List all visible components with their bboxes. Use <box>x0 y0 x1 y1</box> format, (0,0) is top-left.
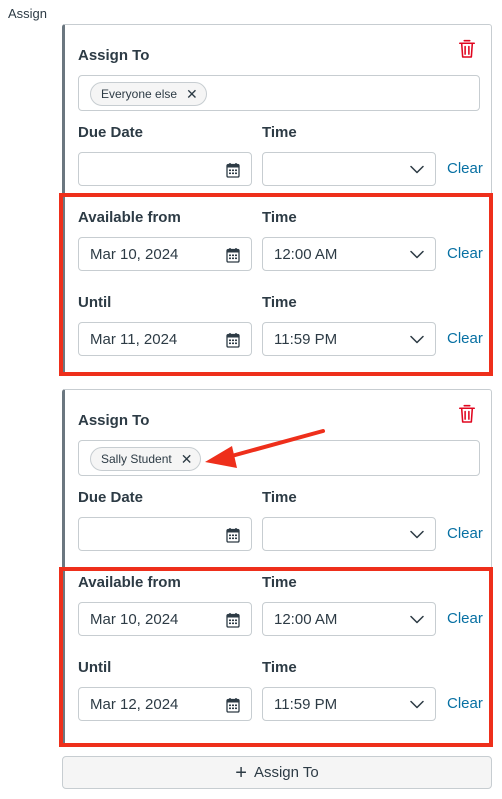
plus-icon: + <box>235 761 247 784</box>
due-date-input[interactable] <box>78 152 252 186</box>
due-time-select[interactable] <box>262 517 436 551</box>
clear-until-button[interactable]: Clear <box>447 695 483 712</box>
calendar-icon[interactable] <box>226 697 240 713</box>
add-assign-to-label: Assign To <box>253 764 319 781</box>
available-from-time-value: 12:00 AM <box>274 246 338 263</box>
assignee-name: Sally Student <box>101 452 172 466</box>
available-from-time-select[interactable]: 12:00 AM <box>262 602 436 636</box>
assign-card-2: Assign To Sally Student ✕ Due Date Time … <box>62 389 492 746</box>
due-date-label: Due Date <box>78 124 144 141</box>
clear-due-button[interactable]: Clear <box>447 525 483 542</box>
assign-to-input[interactable]: Everyone else ✕ <box>78 75 480 111</box>
assign-to-label: Assign To <box>78 412 150 429</box>
due-date-input[interactable] <box>78 517 252 551</box>
assignee-name: Everyone else <box>101 87 178 101</box>
available-from-time-select[interactable]: 12:00 AM <box>262 237 436 271</box>
calendar-icon[interactable] <box>226 612 240 628</box>
chevron-down-icon <box>410 615 424 624</box>
clear-available-from-button[interactable]: Clear <box>447 245 483 262</box>
trash-icon[interactable] <box>458 39 476 59</box>
clear-due-button[interactable]: Clear <box>447 160 483 177</box>
due-time-label: Time <box>262 489 297 506</box>
assign-to-label: Assign To <box>78 47 150 64</box>
chevron-down-icon <box>410 530 424 539</box>
available-from-date-value: Mar 10, 2024 <box>90 246 179 263</box>
chevron-down-icon <box>410 165 424 174</box>
calendar-icon[interactable] <box>226 527 240 543</box>
available-time-label: Time <box>262 209 297 226</box>
until-label: Until <box>78 294 112 311</box>
until-time-value: 11:59 PM <box>274 696 338 713</box>
trash-icon[interactable] <box>458 404 476 424</box>
until-date-input[interactable]: Mar 12, 2024 <box>78 687 252 721</box>
until-time-label: Time <box>262 659 297 676</box>
close-icon[interactable]: ✕ <box>181 452 193 466</box>
calendar-icon[interactable] <box>226 332 240 348</box>
available-from-time-value: 12:00 AM <box>274 611 338 628</box>
assign-to-input[interactable]: Sally Student ✕ <box>78 440 480 476</box>
chevron-down-icon <box>410 700 424 709</box>
until-time-label: Time <box>262 294 297 311</box>
until-time-value: 11:59 PM <box>274 331 338 348</box>
clear-available-from-button[interactable]: Clear <box>447 610 483 627</box>
until-date-value: Mar 12, 2024 <box>90 696 179 713</box>
close-icon[interactable]: ✕ <box>186 87 198 101</box>
available-from-label: Available from <box>78 209 181 226</box>
clear-until-button[interactable]: Clear <box>447 330 483 347</box>
until-time-select[interactable]: 11:59 PM <box>262 322 436 356</box>
until-date-value: Mar 11, 2024 <box>90 331 178 348</box>
assignee-pill[interactable]: Everyone else ✕ <box>90 82 207 106</box>
assign-card-1: Assign To Everyone else ✕ Due Date Time … <box>62 24 492 376</box>
available-from-date-input[interactable]: Mar 10, 2024 <box>78 237 252 271</box>
until-time-select[interactable]: 11:59 PM <box>262 687 436 721</box>
available-from-label: Available from <box>78 574 181 591</box>
page-label: Assign <box>8 6 48 21</box>
until-label: Until <box>78 659 112 676</box>
available-from-date-input[interactable]: Mar 10, 2024 <box>78 602 252 636</box>
available-time-label: Time <box>262 574 297 591</box>
chevron-down-icon <box>410 335 424 344</box>
assignee-pill[interactable]: Sally Student ✕ <box>90 447 202 471</box>
add-assign-to-button[interactable]: + Assign To <box>62 756 492 789</box>
due-date-label: Due Date <box>78 489 144 506</box>
calendar-icon[interactable] <box>226 247 240 263</box>
available-from-date-value: Mar 10, 2024 <box>90 611 179 628</box>
due-time-label: Time <box>262 124 297 141</box>
until-date-input[interactable]: Mar 11, 2024 <box>78 322 252 356</box>
due-time-select[interactable] <box>262 152 436 186</box>
calendar-icon[interactable] <box>226 162 240 178</box>
chevron-down-icon <box>410 250 424 259</box>
